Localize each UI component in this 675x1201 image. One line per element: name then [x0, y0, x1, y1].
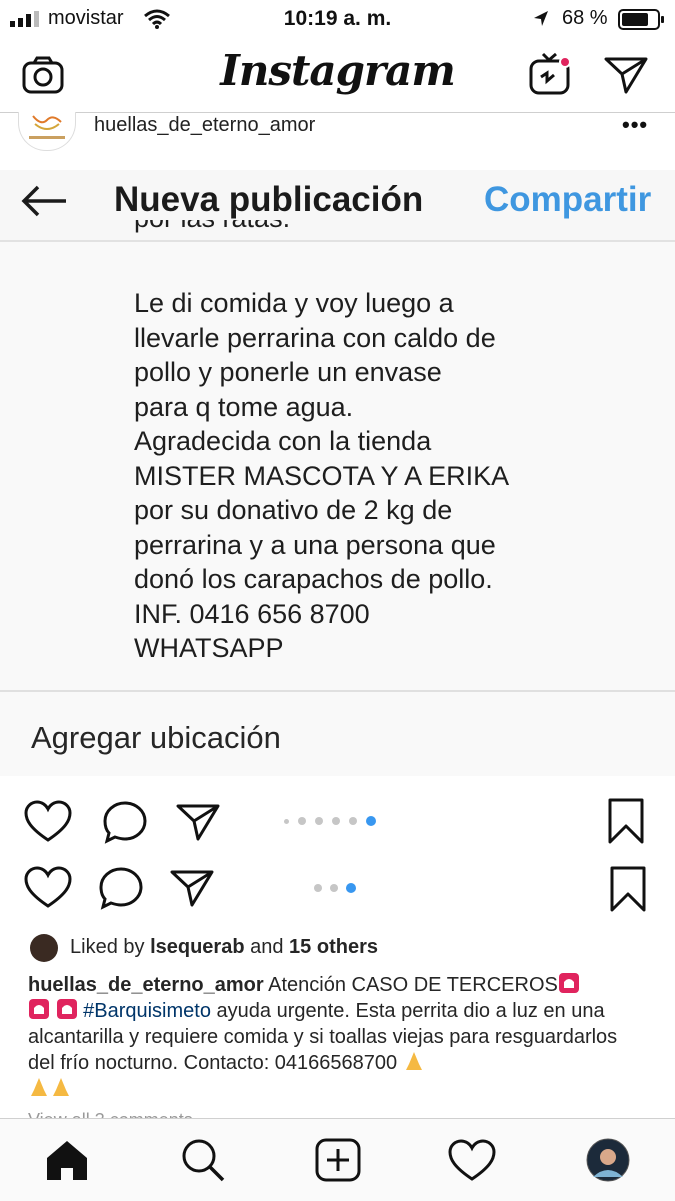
post-header: huellas_de_eterno_amor •••	[0, 112, 675, 170]
carousel-dot	[332, 817, 340, 825]
tab-bar	[0, 1118, 675, 1201]
share-icon	[176, 804, 220, 841]
carousel-dot	[330, 884, 338, 892]
post-carousel-dots	[314, 883, 356, 893]
search-icon[interactable]	[180, 1137, 226, 1183]
more-options-button[interactable]: •••	[622, 112, 648, 138]
inner-add-location: Agregar ubicación	[31, 720, 281, 755]
profile-avatar[interactable]	[585, 1137, 631, 1183]
liked-by-middle: and	[250, 936, 284, 958]
inner-caption-text: Le di comida y voy luego a llevarle perr…	[134, 288, 510, 663]
carousel-dot	[284, 818, 289, 824]
liked-by-others[interactable]: 15 others	[289, 936, 378, 958]
liker-avatar[interactable]	[30, 934, 58, 962]
heart-icon	[24, 800, 72, 842]
igtv-icon[interactable]	[528, 50, 574, 98]
liked-by-user[interactable]: lsequerab	[150, 936, 244, 958]
inner-share-label: Compartir	[484, 180, 652, 219]
inner-action-row	[0, 792, 675, 852]
direct-icon[interactable]	[604, 55, 648, 95]
praying-hands-emoji-icon	[405, 1052, 422, 1070]
home-icon[interactable]	[44, 1138, 90, 1182]
praying-hands-emoji-icon	[53, 1078, 69, 1096]
share-button-icon[interactable]	[170, 868, 214, 908]
like-heart-icon[interactable]	[24, 866, 72, 910]
bookmark-icon	[608, 798, 644, 844]
comment-button-icon[interactable]	[98, 866, 144, 910]
carousel-dot	[315, 817, 323, 825]
status-bar: movistar 10:19 a. m. 68 %	[0, 0, 675, 40]
post-caption: huellas_de_eterno_amor Atención CASO DE …	[28, 972, 648, 1102]
carousel-dot-active	[346, 883, 356, 893]
caption-username[interactable]: huellas_de_eterno_amor	[28, 974, 264, 996]
carousel-dot	[349, 817, 357, 825]
activity-icon[interactable]	[448, 1139, 496, 1183]
post-action-row	[0, 858, 675, 918]
inner-separator	[0, 690, 675, 692]
praying-hands-emoji-icon	[31, 1078, 47, 1096]
comment-icon	[103, 801, 147, 844]
save-bookmark-icon[interactable]	[610, 866, 646, 912]
avatar-logo-icon	[29, 115, 65, 139]
liked-by-prefix: Liked by	[70, 936, 145, 958]
inner-title: Nueva publicación	[114, 180, 424, 219]
post-image: Nueva publicación Compartir por las rata…	[0, 170, 675, 776]
carousel-dot	[314, 884, 322, 892]
carousel-dots	[284, 816, 376, 826]
carousel-dot	[298, 817, 306, 825]
back-arrow-icon	[21, 185, 66, 217]
liked-by-row: Liked by lsequerab and 15 others	[0, 932, 675, 964]
partial-line: por las ratas.	[134, 220, 290, 234]
siren-emoji-icon	[558, 973, 579, 993]
caption-part1: Atención CASO DE TERCEROS	[268, 974, 558, 996]
app-header: Instagram	[0, 40, 675, 112]
siren-emoji-icon	[29, 999, 49, 1019]
location-arrow-icon	[534, 11, 548, 26]
battery-icon	[618, 9, 664, 30]
post-username[interactable]: huellas_de_eterno_amor	[94, 114, 315, 137]
add-icon[interactable]	[315, 1138, 361, 1182]
partial-line-clip: por las ratas.	[134, 220, 434, 242]
liked-by-text[interactable]: Liked by lsequerab and 15 others	[70, 936, 378, 959]
caption-hashtag[interactable]: #Barquisimeto	[83, 1000, 211, 1022]
siren-emoji-icon	[56, 999, 77, 1019]
battery-percent: 68 %	[562, 7, 608, 29]
carousel-dot-active	[366, 816, 376, 826]
post-avatar[interactable]	[18, 112, 76, 151]
